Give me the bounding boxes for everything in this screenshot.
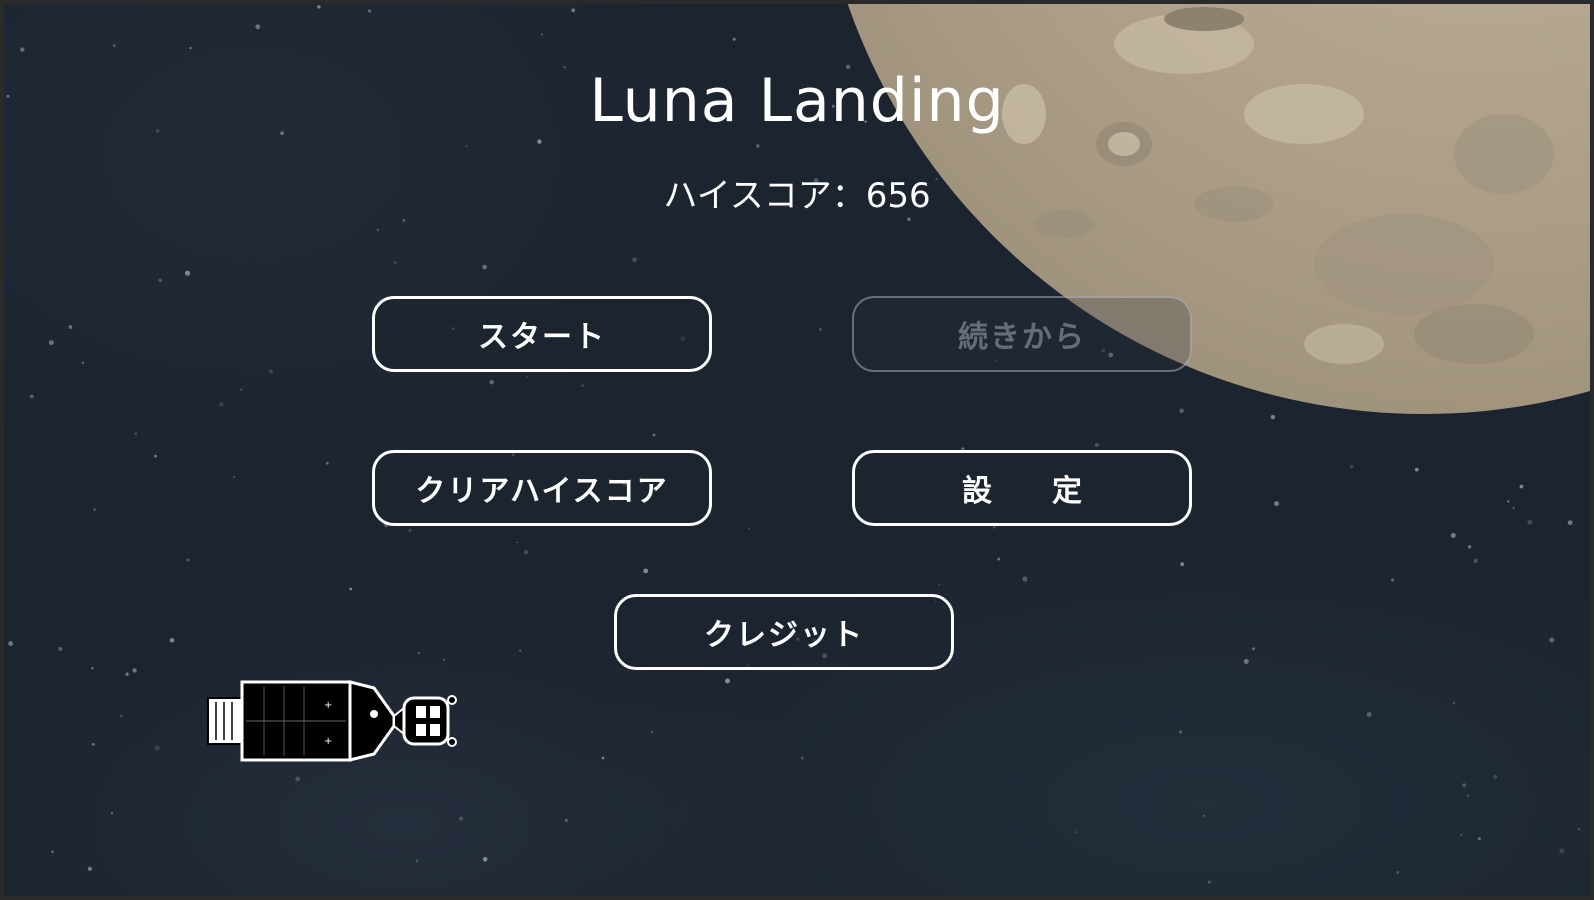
high-score-display: ハイスコア：656	[663, 176, 931, 216]
start-button[interactable]: スタート	[372, 296, 712, 372]
clear-high-score-button-label: クリアハイスコア	[415, 474, 669, 509]
continue-button-label: 続きから	[958, 320, 1086, 355]
settings-button[interactable]: 設定	[852, 450, 1192, 526]
clear-high-score-button[interactable]: クリアハイスコア	[372, 450, 712, 526]
svg-text:+: +	[324, 700, 332, 711]
continue-button[interactable]: 続きから	[852, 296, 1192, 372]
settings-button-label: 設定	[962, 474, 1142, 509]
game-title: Luna Landing	[589, 66, 1005, 136]
credits-button-label: クレジット	[704, 618, 864, 653]
title-screen: Luna Landing ハイスコア：656 スタート 続きから クリアハイスコ…	[4, 4, 1590, 896]
spacecraft-icon: + +	[207, 680, 457, 762]
svg-text:+: +	[324, 736, 332, 747]
credits-button[interactable]: クレジット	[614, 594, 954, 670]
start-button-label: スタート	[478, 320, 606, 355]
